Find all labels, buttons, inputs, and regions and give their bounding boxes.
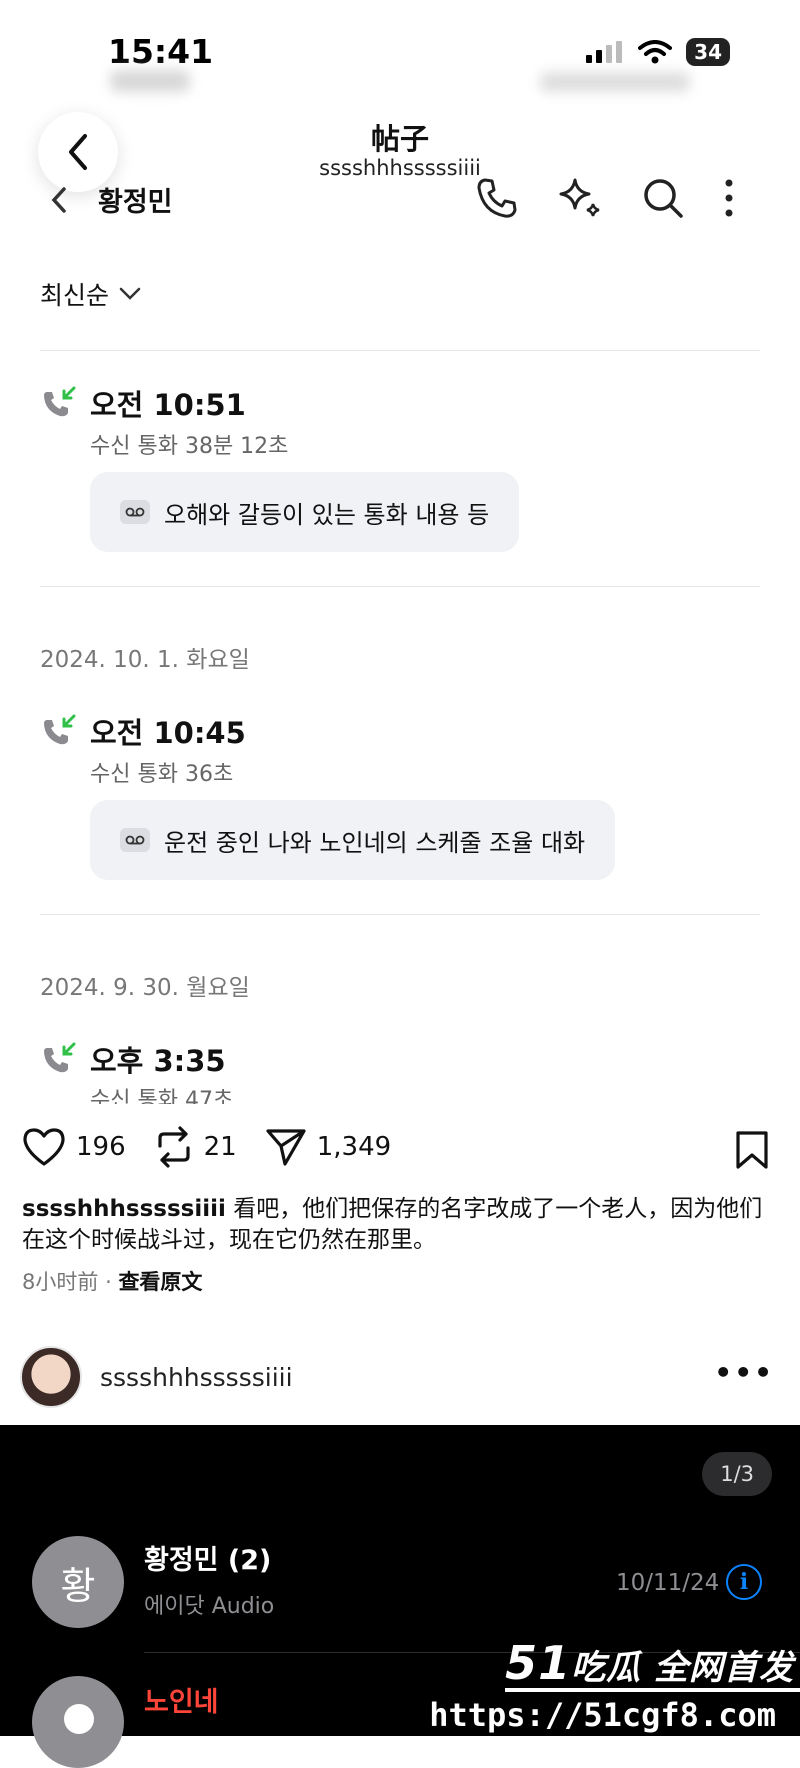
view-original-link[interactable]: 查看原文 bbox=[118, 1270, 202, 1294]
contact-sub: 에이닷 Audio bbox=[144, 1594, 275, 1619]
blurred-status-text-right bbox=[540, 72, 690, 92]
wifi-icon bbox=[638, 40, 673, 64]
send-icon bbox=[266, 1129, 306, 1166]
call-time: 오후 3:35 bbox=[90, 1044, 226, 1078]
meta-separator: · bbox=[105, 1270, 112, 1294]
date-heading: 2024. 9. 30. 월요일 bbox=[40, 975, 250, 1001]
repost-icon bbox=[158, 1126, 190, 1168]
sparkle-icon[interactable] bbox=[557, 176, 603, 220]
info-icon[interactable]: i bbox=[726, 1564, 762, 1600]
voicemail-icon bbox=[120, 500, 150, 524]
blurred-status-text bbox=[110, 70, 190, 92]
post-time: 8小时前 bbox=[22, 1270, 99, 1294]
watermark-url: https://51cgf8.com bbox=[429, 1696, 776, 1734]
repost-button[interactable]: 21 bbox=[154, 1126, 237, 1168]
post-caption: sssshhhsssssiiii 看吧，他们把保存的名字改成了一个老人，因为他们… bbox=[22, 1194, 782, 1256]
call-summary-text: 오해와 갈등이 있는 통화 내용 등 bbox=[164, 500, 490, 529]
call-detail: 수신 통화 36초 bbox=[90, 762, 234, 787]
more-vertical-icon[interactable] bbox=[723, 178, 735, 218]
contact-name: 노인네 bbox=[144, 1687, 219, 1718]
sort-dropdown[interactable]: 최신순 bbox=[40, 276, 141, 312]
chevron-left-icon[interactable] bbox=[50, 186, 68, 214]
more-horizontal-icon[interactable]: ••• bbox=[714, 1356, 774, 1389]
call-detail: 수신 통화 47초 bbox=[90, 1088, 234, 1104]
post-meta: 8小时前 · 查看原文 bbox=[22, 1266, 202, 1296]
signal-icon bbox=[586, 41, 623, 63]
share-count: 1,349 bbox=[316, 1132, 392, 1162]
contact-name: 황정민 (2) bbox=[144, 1545, 272, 1576]
avatar bbox=[20, 1346, 82, 1408]
call-summary[interactable]: 오해와 갈등이 있는 통화 내용 등 bbox=[90, 472, 520, 552]
next-post-author[interactable]: sssshhhsssssiiii bbox=[20, 1346, 293, 1408]
status-time: 15:41 bbox=[108, 32, 214, 71]
watermark-underline bbox=[505, 1688, 800, 1692]
chevron-down-icon bbox=[119, 287, 141, 300]
call-toolbar bbox=[475, 176, 735, 220]
watermark-logo: 51吃瓜 全网首发 bbox=[505, 1636, 794, 1690]
contact-date: 10/11/24 bbox=[616, 1570, 720, 1596]
call-summary-text: 운전 중인 나와 노인네의 스케줄 조율 대화 bbox=[164, 828, 586, 857]
search-icon[interactable] bbox=[641, 176, 685, 220]
call-time: 오전 10:51 bbox=[90, 388, 246, 422]
call-summary[interactable]: 운전 중인 나와 노인네의 스케줄 조율 대화 bbox=[90, 800, 616, 880]
incoming-call-icon bbox=[44, 386, 76, 417]
contact-name: 황정민 bbox=[98, 187, 173, 218]
watermark-text: 吃瓜 全网首发 bbox=[571, 1648, 794, 1688]
sort-label: 최신순 bbox=[40, 281, 110, 310]
avatar-placeholder bbox=[64, 1704, 94, 1734]
contact-avatar: 황 bbox=[32, 1536, 124, 1628]
caption-username[interactable]: sssshhhsssssiiii bbox=[22, 1196, 226, 1222]
call-time: 오전 10:45 bbox=[90, 716, 246, 750]
watermark-number: 51 bbox=[505, 1636, 572, 1690]
phone-icon[interactable] bbox=[475, 176, 519, 220]
heart-icon bbox=[23, 1128, 65, 1166]
incoming-call-icon bbox=[44, 714, 76, 745]
call-detail: 수신 통화 38분 12초 bbox=[90, 434, 289, 459]
voicemail-icon bbox=[120, 828, 150, 852]
like-count: 196 bbox=[76, 1132, 126, 1162]
bookmark-icon[interactable] bbox=[734, 1130, 770, 1170]
battery-indicator: 34 bbox=[686, 38, 730, 66]
like-button[interactable]: 196 bbox=[22, 1127, 126, 1167]
image-pager: 1/3 bbox=[702, 1452, 772, 1496]
date-heading: 2024. 10. 1. 화요일 bbox=[40, 647, 250, 673]
divider bbox=[40, 586, 760, 587]
repost-count: 21 bbox=[203, 1132, 237, 1162]
author-username: sssshhhsssssiiii bbox=[100, 1362, 293, 1392]
share-button[interactable]: 1,349 bbox=[265, 1127, 391, 1167]
incoming-call-icon bbox=[44, 1042, 76, 1073]
divider bbox=[40, 914, 760, 915]
status-icons: 34 bbox=[586, 38, 730, 66]
page-title: 帖子 bbox=[370, 122, 429, 156]
divider bbox=[40, 350, 760, 351]
contact-header: 황정민 bbox=[50, 180, 173, 219]
post-actions: 196 21 1,349 bbox=[22, 1126, 419, 1168]
